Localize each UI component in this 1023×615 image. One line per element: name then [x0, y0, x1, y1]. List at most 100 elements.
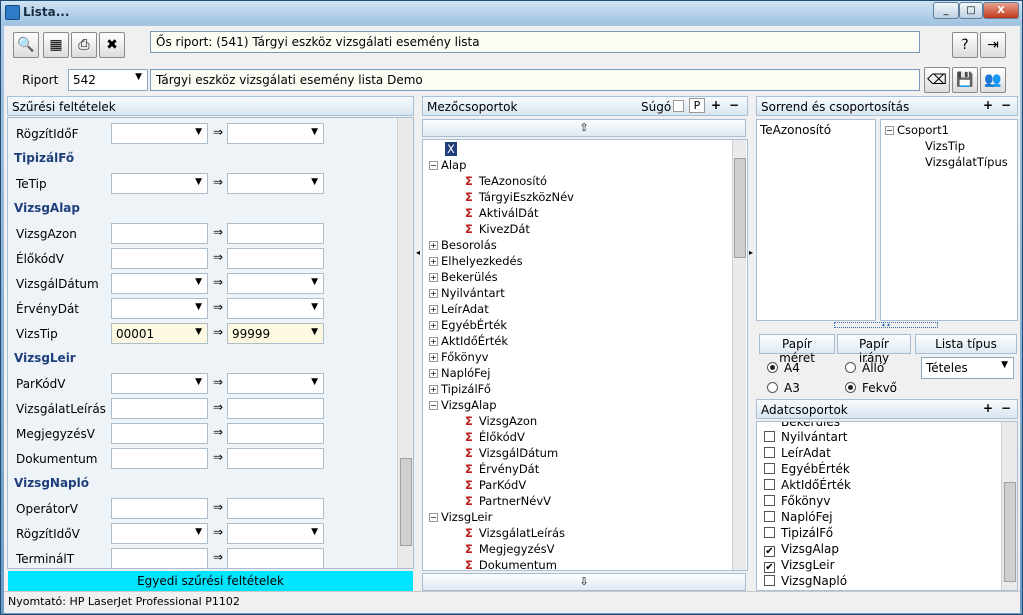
- filter-to-input[interactable]: [227, 373, 324, 394]
- preview-icon[interactable]: 🔍: [13, 32, 39, 58]
- tree-root-x[interactable]: X: [445, 142, 457, 156]
- collapse-icon[interactable]: −: [429, 513, 438, 522]
- checkbox[interactable]: [764, 495, 775, 506]
- checkbox[interactable]: [764, 575, 775, 586]
- tree-group[interactable]: + TipizálFő: [429, 382, 491, 396]
- p-button[interactable]: P: [689, 98, 705, 113]
- orient-landscape-radio[interactable]: Fekvő: [845, 381, 897, 395]
- tree-group[interactable]: + LeírAdat: [429, 302, 489, 316]
- filter-from-input[interactable]: [111, 548, 208, 568]
- move-down-button[interactable]: ⇩: [422, 573, 746, 591]
- filter-to-input[interactable]: 99999: [227, 323, 324, 344]
- filter-from-input[interactable]: [111, 123, 208, 144]
- checkbox[interactable]: [764, 479, 775, 490]
- tree-group[interactable]: + Nyilvántart: [429, 286, 505, 300]
- filter-to-input[interactable]: [227, 548, 324, 568]
- plus-icon[interactable]: +: [711, 98, 721, 112]
- print-icon[interactable]: ⎙: [71, 32, 97, 58]
- expand-icon[interactable]: +: [429, 273, 438, 282]
- tree-group[interactable]: + Bekerülés: [429, 270, 498, 284]
- custom-filter-button[interactable]: Egyedi szűrési feltételek: [8, 571, 413, 591]
- report-name-field[interactable]: Tárgyi eszköz vizsgálati esemény lista D…: [150, 69, 920, 91]
- splitter-left-icon[interactable]: ◂: [416, 248, 420, 257]
- filter-to-input[interactable]: [227, 423, 324, 444]
- tree-field[interactable]: Σ ÉrvényDát: [465, 462, 539, 476]
- tree-field[interactable]: Σ VizsgAzon: [465, 414, 537, 428]
- expand-icon[interactable]: +: [429, 289, 438, 298]
- filter-from-input[interactable]: [111, 498, 208, 519]
- tree-group[interactable]: + NaplóFej: [429, 366, 490, 380]
- filter-from-input[interactable]: [111, 273, 208, 294]
- size-a3-radio[interactable]: A3: [767, 381, 800, 395]
- tree-field[interactable]: Σ MegjegyzésV: [465, 542, 555, 556]
- filter-to-input[interactable]: [227, 273, 324, 294]
- filter-to-input[interactable]: [227, 523, 324, 544]
- datagroups-scrollbar[interactable]: [1001, 422, 1017, 590]
- filter-to-input[interactable]: [227, 223, 324, 244]
- tree-field[interactable]: Σ Dokumentum: [465, 558, 557, 570]
- filter-to-input[interactable]: [227, 123, 324, 144]
- settings-icon[interactable]: ▦: [43, 32, 69, 58]
- help-icon[interactable]: ?: [952, 32, 978, 58]
- tree-group[interactable]: + EgyébÉrték: [429, 318, 507, 332]
- group-child[interactable]: VizsgálatTípus: [885, 155, 1013, 169]
- minus-icon[interactable]: −: [729, 98, 739, 112]
- minus-icon[interactable]: −: [1001, 401, 1011, 415]
- checked-icon[interactable]: ✔: [764, 562, 775, 573]
- scroll-thumb[interactable]: [400, 458, 412, 546]
- tree-field[interactable]: Σ ParKódV: [465, 478, 526, 492]
- users-icon[interactable]: 👥: [980, 67, 1006, 93]
- tree-field[interactable]: Σ KivezDát: [465, 222, 530, 236]
- filter-to-input[interactable]: [227, 498, 324, 519]
- datagroup-item[interactable]: NaplóFej: [764, 510, 833, 524]
- expand-icon[interactable]: +: [429, 337, 438, 346]
- checkbox[interactable]: [764, 447, 775, 458]
- tree-field[interactable]: Σ ÉlőkódV: [465, 430, 525, 444]
- save-icon[interactable]: 💾: [952, 67, 978, 93]
- filters-scrollbar[interactable]: [397, 118, 413, 568]
- scroll-thumb[interactable]: [734, 158, 746, 258]
- group-child[interactable]: VizsTip: [885, 139, 1013, 153]
- splitter-grip[interactable]: ▴ ▴: [834, 322, 938, 328]
- filter-from-input[interactable]: [111, 398, 208, 419]
- checkbox[interactable]: [764, 511, 775, 522]
- tree-group[interactable]: − VizsgLeir: [429, 510, 492, 524]
- maximize-button[interactable]: □: [959, 2, 983, 19]
- filter-from-input[interactable]: 00001: [111, 323, 208, 344]
- expand-icon[interactable]: +: [429, 241, 438, 250]
- tree-field[interactable]: Σ PartnerNévV: [465, 494, 551, 508]
- tree-group[interactable]: − VizsgAlap: [429, 398, 497, 412]
- checked-icon[interactable]: ✔: [764, 546, 775, 557]
- expand-icon[interactable]: +: [429, 353, 438, 362]
- filter-from-input[interactable]: [111, 248, 208, 269]
- tree-group[interactable]: − Alap: [429, 158, 466, 172]
- scroll-thumb[interactable]: [1004, 482, 1016, 582]
- expand-icon[interactable]: +: [429, 385, 438, 394]
- datagroup-item[interactable]: Nyilvántart: [764, 430, 848, 444]
- tree-group[interactable]: + AktIdőÉrték: [429, 334, 508, 348]
- filter-to-input[interactable]: [227, 173, 324, 194]
- collapse-icon[interactable]: −: [429, 161, 438, 170]
- expand-icon[interactable]: +: [429, 305, 438, 314]
- order-item[interactable]: TeAzonosító: [760, 123, 872, 137]
- filter-to-input[interactable]: [227, 448, 324, 469]
- filter-to-input[interactable]: [227, 398, 324, 419]
- minus-icon[interactable]: −: [1001, 98, 1011, 112]
- size-a4-radio[interactable]: A4: [767, 361, 800, 375]
- help-checkbox[interactable]: [673, 100, 684, 112]
- datagroup-item[interactable]: EgyébÉrték: [764, 462, 850, 476]
- collapse-icon[interactable]: −: [429, 401, 438, 410]
- expand-icon[interactable]: +: [429, 321, 438, 330]
- group-root[interactable]: − Csoport1: [885, 123, 1013, 137]
- filter-from-input[interactable]: [111, 173, 208, 194]
- tree-field[interactable]: Σ TárgyiEszközNév: [465, 190, 574, 204]
- filter-from-input[interactable]: [111, 423, 208, 444]
- close-button[interactable]: X: [983, 2, 1019, 19]
- splitter-right-icon[interactable]: ▸: [749, 248, 753, 257]
- report-id-select[interactable]: 542 ▼: [68, 69, 148, 91]
- tree-field[interactable]: Σ VizsgálatLeírás: [465, 526, 565, 540]
- filter-to-input[interactable]: [227, 248, 324, 269]
- expand-icon[interactable]: +: [429, 257, 438, 266]
- datagroup-item[interactable]: ✔ VizsgLeir: [764, 558, 835, 573]
- datagroup-item[interactable]: AktIdőÉrték: [764, 478, 851, 492]
